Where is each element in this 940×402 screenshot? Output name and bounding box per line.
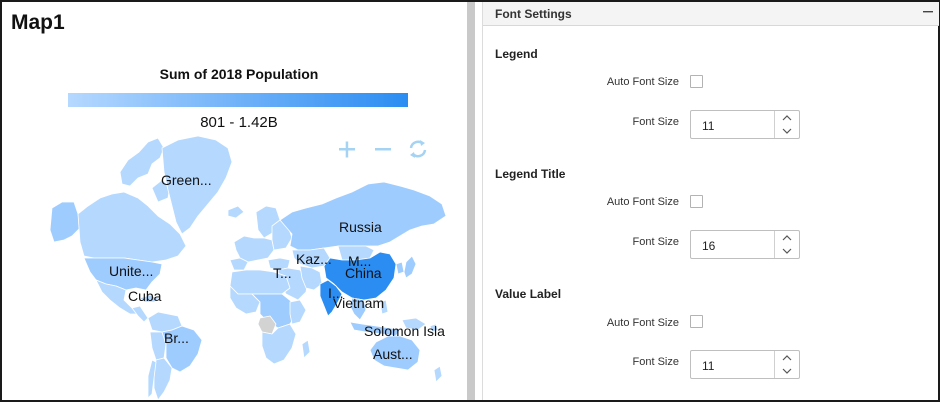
section-legend-title: Legend: [495, 47, 538, 61]
map-panel: Green... Russia Unite... Kaz... M... Chi…: [2, 2, 466, 400]
refresh-icon[interactable]: [409, 140, 427, 158]
map-label-solomon-islands: Solomon Isla: [364, 323, 445, 339]
map-label-russia: Russia: [339, 219, 382, 235]
legend-range-label: 801 - 1.42B: [200, 114, 278, 131]
legend-title-font-size-label: Font Size: [632, 236, 679, 248]
section-legend-title-title: Legend Title: [495, 167, 566, 181]
value-label-font-size-value: 11: [702, 359, 715, 373]
map-label-australia: Aust...: [373, 346, 413, 362]
zoom-in-icon[interactable]: [339, 141, 355, 158]
country-new-zealand[interactable]: [433, 365, 443, 383]
legend-font-size-label: Font Size: [632, 116, 679, 128]
legend-gradient: [68, 93, 408, 107]
value-label-auto-font-size-checkbox[interactable]: [690, 315, 703, 328]
splitter-handle[interactable]: [467, 2, 475, 400]
country-alaska[interactable]: [49, 201, 81, 243]
map-label-china: China: [345, 265, 382, 281]
font-settings-panel: Font Settings Legend Auto Font Size Font…: [482, 2, 939, 400]
chevron-down-icon[interactable]: [775, 365, 799, 378]
country-korea[interactable]: [395, 261, 405, 275]
map-label-vietnam: Vietnam: [333, 295, 384, 311]
country-japan[interactable]: [403, 255, 417, 279]
country-arctic-islands[interactable]: [119, 137, 165, 187]
chevron-up-icon[interactable]: [775, 112, 799, 125]
value-label-auto-font-size-label: Auto Font Size: [606, 317, 679, 329]
map-label-kazakhstan: Kaz...: [296, 251, 332, 267]
legend-title-font-size-input[interactable]: 16: [690, 230, 800, 259]
world-map[interactable]: Green... Russia Unite... Kaz... M... Chi…: [2, 2, 466, 400]
legend-title-font-size-value: 16: [702, 239, 716, 253]
map-label-greenland: Green...: [161, 172, 212, 188]
legend-font-size-value: 11: [702, 119, 715, 133]
font-settings-header[interactable]: Font Settings: [483, 2, 939, 26]
map-label-cuba: Cuba: [128, 288, 162, 304]
chevron-down-icon[interactable]: [775, 245, 799, 258]
legend-title: Sum of 2018 Population: [159, 66, 319, 82]
map-label-brazil: Br...: [164, 330, 189, 346]
legend-auto-font-size-checkbox[interactable]: [690, 75, 703, 88]
chevron-down-icon[interactable]: [775, 125, 799, 138]
chevron-up-icon[interactable]: [775, 352, 799, 365]
legend-font-size-input[interactable]: 11: [690, 110, 800, 139]
panel-splitter[interactable]: [466, 2, 480, 400]
country-canada[interactable]: [77, 191, 187, 263]
map-title: Map1: [11, 11, 65, 34]
legend-font-size-spinner[interactable]: [774, 111, 799, 138]
value-label-font-size-spinner[interactable]: [774, 351, 799, 378]
country-madagascar[interactable]: [301, 339, 311, 359]
value-label-font-size-input[interactable]: 11: [690, 350, 800, 379]
legend-title-font-size-spinner[interactable]: [774, 231, 799, 258]
map-label-turkey: T...: [273, 265, 292, 281]
font-settings-title: Font Settings: [495, 7, 572, 21]
chevron-up-icon[interactable]: [775, 232, 799, 245]
country-russia[interactable]: [279, 181, 447, 251]
section-value-label-title: Value Label: [495, 287, 562, 301]
app-frame: Green... Russia Unite... Kaz... M... Chi…: [0, 0, 940, 402]
zoom-out-icon[interactable]: [375, 148, 391, 151]
legend-title-auto-font-size-label: Auto Font Size: [606, 196, 679, 208]
legend-auto-font-size-label: Auto Font Size: [606, 76, 679, 88]
map-label-united-states: Unite...: [109, 263, 153, 279]
collapse-icon[interactable]: [921, 4, 935, 20]
country-iceland[interactable]: [227, 205, 245, 219]
legend-title-auto-font-size-checkbox[interactable]: [690, 195, 703, 208]
country-argentina[interactable]: [153, 357, 173, 400]
value-label-font-size-label: Font Size: [632, 356, 679, 368]
country-east-africa[interactable]: [289, 299, 307, 325]
